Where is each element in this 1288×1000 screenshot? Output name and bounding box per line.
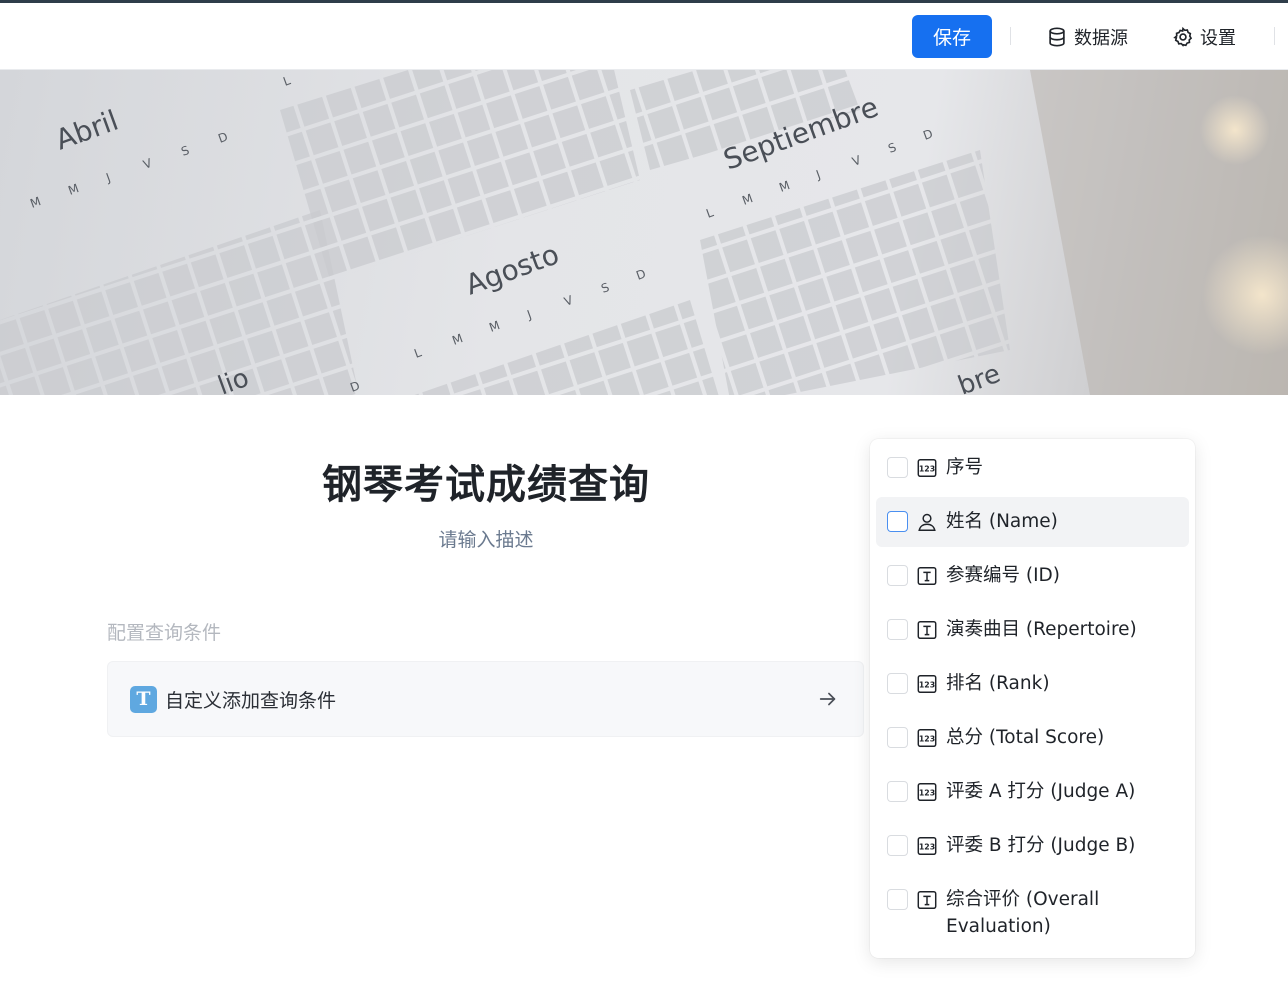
settings-button[interactable]: 设置 — [1172, 21, 1236, 53]
field-option[interactable]: 123 总分 (Total Score) — [876, 713, 1189, 763]
field-option[interactable]: 综合评价 (Overall Evaluation) — [876, 875, 1189, 951]
field-option-checkbox[interactable] — [887, 511, 908, 532]
add-custom-condition-label: 自定义添加查询条件 — [165, 689, 337, 712]
banner-day-letter: M — [487, 318, 502, 335]
toolbar-divider — [1010, 27, 1011, 45]
banner-month-label: Agosto — [461, 237, 563, 301]
field-option[interactable]: 参赛编号 (ID) — [876, 551, 1189, 601]
page-description[interactable]: 请输入描述 — [108, 525, 864, 552]
field-option-label: 序号 — [946, 457, 984, 478]
text-icon — [916, 889, 938, 915]
banner-day-letter: M — [450, 331, 465, 348]
gear-icon — [1173, 26, 1193, 47]
header-banner-image: Abril Agosto Septiembre lio bre M M J V … — [0, 70, 1288, 395]
number-icon: 123 — [916, 673, 938, 699]
svg-text:123: 123 — [919, 681, 935, 690]
field-option[interactable]: 演奏曲目 (Repertoire) — [876, 605, 1189, 655]
datasource-label: 数据源 — [1074, 28, 1128, 49]
banner-day-letter: M — [740, 191, 755, 208]
svg-text:123: 123 — [919, 789, 935, 798]
svg-text:123: 123 — [919, 843, 935, 852]
toolbar: 保存 数据源 设置 — [0, 3, 1288, 70]
banner-month-label: bre — [954, 359, 1004, 395]
text-icon — [916, 619, 938, 645]
field-option[interactable]: 123 排名 (Rank) — [876, 659, 1189, 709]
field-option-label: 姓名 (Name) — [946, 511, 1058, 532]
banner-day-letter: S — [886, 140, 898, 156]
database-icon — [1049, 27, 1065, 47]
field-option-label: 评委 A 打分 (Judge A) — [946, 781, 1136, 802]
banner-month-label: Abril — [51, 104, 122, 157]
datasource-button[interactable]: 数据源 — [1046, 21, 1128, 53]
banner-day-letter: D — [921, 126, 934, 142]
field-option[interactable]: 123 评委 B 打分 (Judge B) — [876, 821, 1189, 871]
field-option-label: 排名 (Rank) — [946, 673, 1050, 694]
page-title[interactable]: 钢琴考试成绩查询 — [108, 452, 864, 510]
banner-day-letter: J — [524, 307, 533, 322]
number-icon: 123 — [916, 781, 938, 807]
settings-label: 设置 — [1200, 28, 1236, 49]
arrow-right-icon — [819, 692, 836, 706]
field-option-label: 综合评价 (Overall Evaluation) — [946, 889, 1100, 937]
banner-day-letter: V — [141, 156, 154, 172]
add-custom-condition-button[interactable]: T 自定义添加查询条件 — [107, 661, 864, 737]
number-icon: 123 — [916, 457, 938, 483]
banner-day-letter: L — [412, 345, 423, 361]
banner-day-letter: S — [179, 143, 191, 159]
save-button[interactable]: 保存 — [912, 15, 992, 58]
banner-day-letter: M — [777, 178, 792, 195]
banner-day-letter: D — [634, 266, 647, 282]
banner-day-letter: M — [28, 194, 43, 211]
banner-day-letter: J — [813, 167, 822, 182]
svg-text:123: 123 — [919, 465, 935, 474]
field-option-checkbox[interactable] — [887, 457, 908, 478]
field-option-checkbox[interactable] — [887, 781, 908, 802]
section-label: 配置查询条件 — [107, 622, 222, 644]
field-select-dropdown: 123 序号姓名 (Name) 参赛编号 (ID) 演奏曲目 (Repertoire)… — [870, 439, 1195, 958]
person-icon — [916, 511, 938, 537]
text-type-icon: T — [130, 685, 157, 713]
banner-day-letter: L — [704, 205, 715, 221]
banner-day-letter: V — [562, 293, 575, 309]
banner-day-letter: S — [599, 280, 611, 296]
text-icon — [916, 565, 938, 591]
field-option[interactable]: 123 序号 — [876, 443, 1189, 493]
field-option-checkbox[interactable] — [887, 673, 908, 694]
svg-text:123: 123 — [919, 735, 935, 744]
banner-day-letter: V — [850, 153, 863, 169]
field-option-label: 参赛编号 (ID) — [946, 565, 1061, 586]
banner-day-letter: M — [66, 181, 81, 198]
field-option[interactable]: 123 评委 A 打分 (Judge A) — [876, 767, 1189, 817]
field-option-checkbox[interactable] — [887, 565, 908, 586]
field-option-label: 演奏曲目 (Repertoire) — [946, 619, 1137, 640]
toolbar-divider — [1274, 27, 1275, 45]
field-option-checkbox[interactable] — [887, 889, 908, 910]
banner-day-letter: L — [281, 73, 292, 89]
field-option[interactable]: 姓名 (Name) — [876, 497, 1189, 547]
number-icon: 123 — [916, 727, 938, 753]
field-option-label: 评委 B 打分 (Judge B) — [946, 835, 1136, 856]
number-icon: 123 — [916, 835, 938, 861]
field-option-checkbox[interactable] — [887, 835, 908, 856]
field-option-checkbox[interactable] — [887, 619, 908, 640]
banner-day-letter: J — [103, 170, 112, 185]
field-option-checkbox[interactable] — [887, 727, 908, 748]
banner-day-letter: D — [216, 129, 229, 145]
field-option-label: 总分 (Total Score) — [946, 727, 1105, 748]
